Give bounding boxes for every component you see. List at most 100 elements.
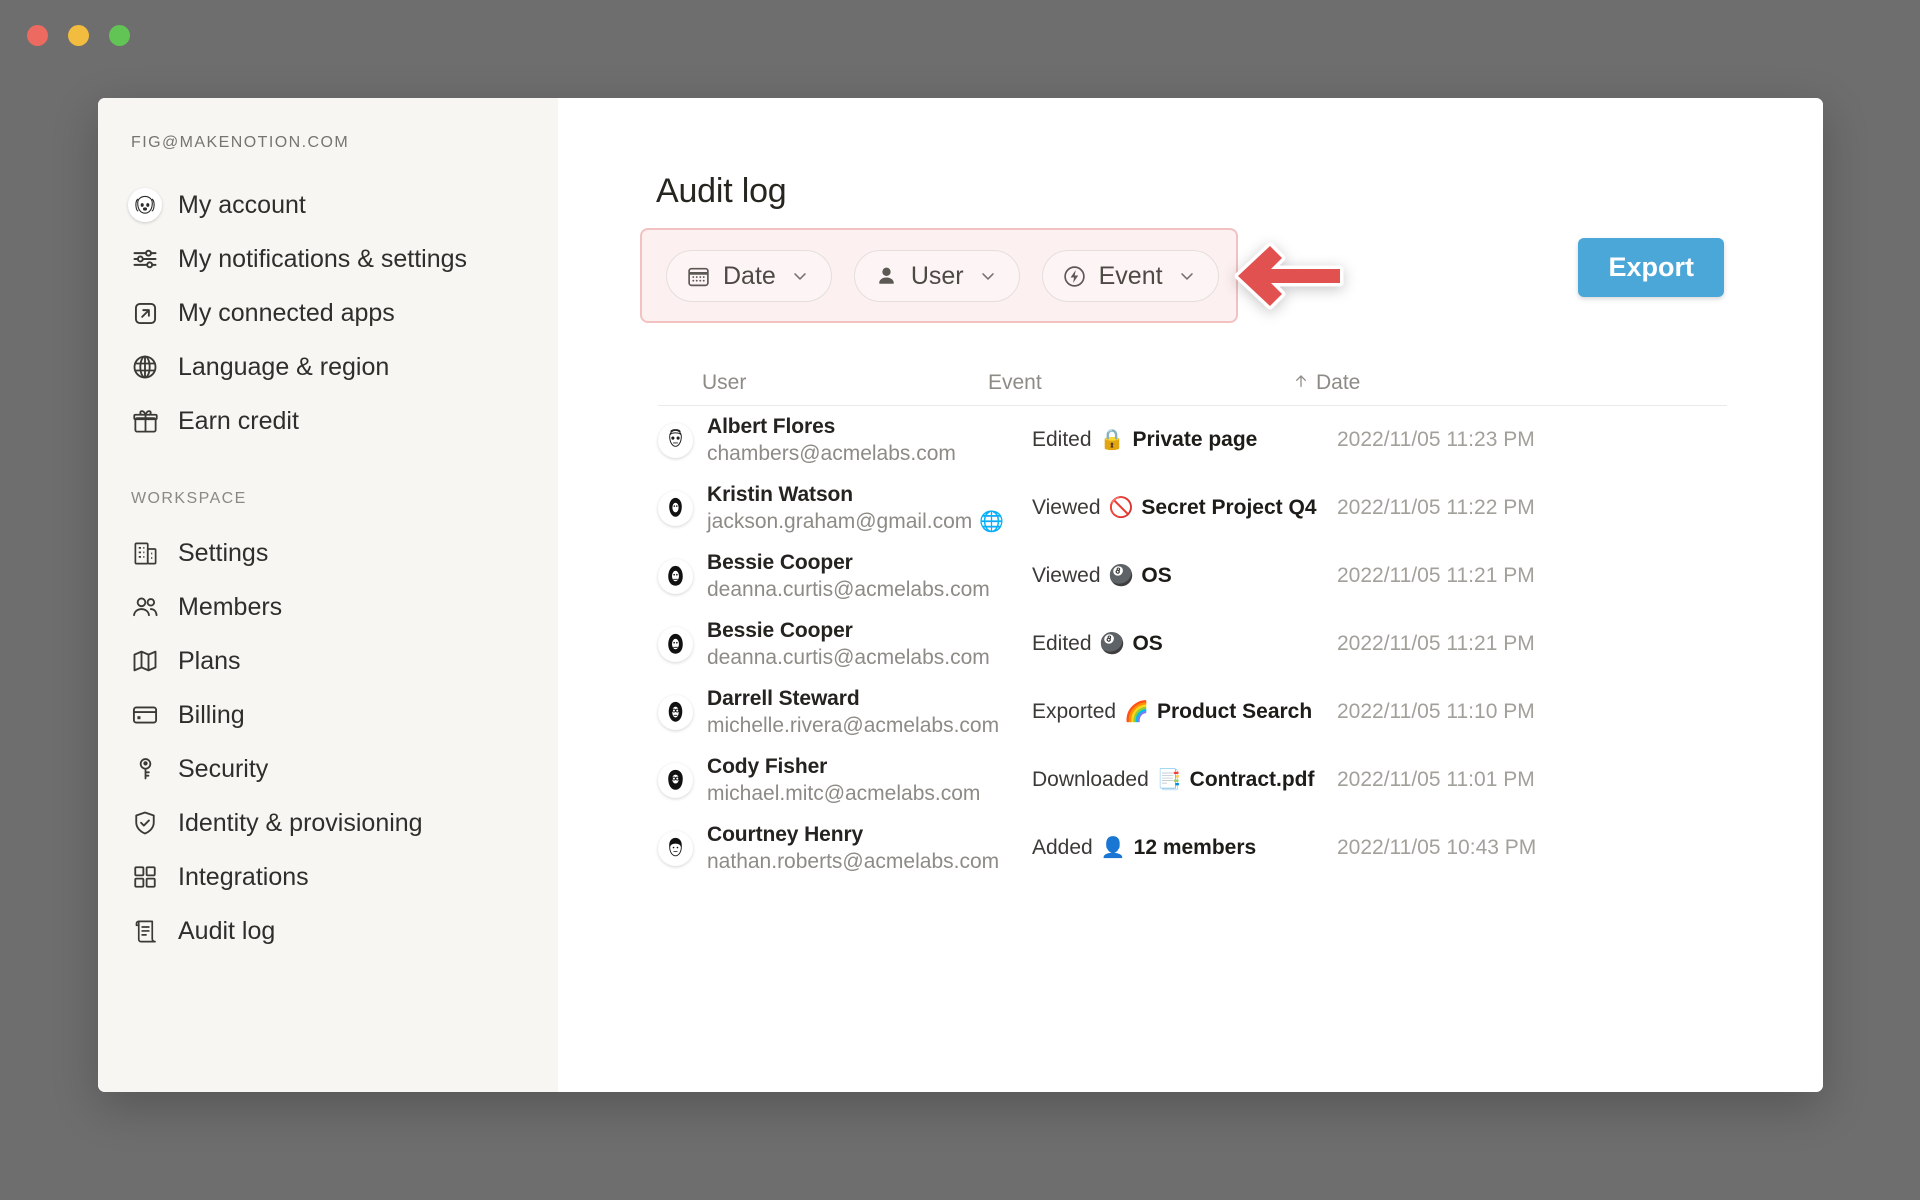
main-content: Audit log Date: [558, 98, 1823, 1092]
user-email: chambers@acmelabs.com: [707, 442, 956, 466]
sidebar-account-header: FIG@MAKENOTION.COM: [98, 134, 558, 152]
sidebar-item-plans[interactable]: Plans: [98, 634, 558, 688]
table-header-row: User Event Date: [658, 360, 1727, 406]
event-emoji-icon: 🎱: [1109, 566, 1134, 586]
person-icon: [874, 264, 899, 289]
user-name: Darrell Steward: [707, 687, 999, 711]
sidebar-item-my-connected-apps[interactable]: My connected apps: [98, 286, 558, 340]
column-header-date-label: Date: [1316, 371, 1360, 395]
left-arrow-annotation-icon: [1230, 234, 1350, 318]
sidebar-item-earn-credit[interactable]: Earn credit: [98, 394, 558, 448]
page-title: Audit log: [656, 172, 787, 211]
avatar: [658, 423, 693, 458]
filter-chip-label: Event: [1099, 262, 1163, 291]
close-window-button[interactable]: [27, 25, 48, 46]
sidebar-item-integrations[interactable]: Integrations: [98, 850, 558, 904]
sidebar-item-settings[interactable]: Settings: [98, 526, 558, 580]
dog-avatar-icon: [128, 188, 162, 222]
column-header-date[interactable]: Date: [1293, 371, 1727, 395]
avatar: [658, 491, 693, 526]
sidebar-item-label: Audit log: [178, 919, 275, 944]
sidebar-item-label: Language & region: [178, 355, 389, 380]
user-email: jackson.graham@gmail.com 🌐: [707, 510, 1004, 534]
table-row[interactable]: Kristin Watson jackson.graham@gmail.com …: [658, 474, 1727, 542]
chevron-down-icon: [978, 266, 998, 286]
event-target: Secret Project Q4: [1141, 496, 1316, 520]
table-row[interactable]: Darrell Steward michelle.rivera@acmelabs…: [658, 678, 1727, 746]
user-cell: Kristin Watson jackson.graham@gmail.com …: [658, 483, 1032, 534]
user-name: Albert Flores: [707, 415, 956, 439]
sidebar-item-audit-log[interactable]: Audit log: [98, 904, 558, 958]
event-verb: Exported: [1032, 700, 1116, 724]
event-date: 2022/11/05 11:10 PM: [1337, 700, 1727, 724]
event-cell: Edited 🔒 Private page: [1032, 428, 1337, 452]
scroll-document-icon: [128, 914, 162, 948]
sidebar-item-label: Plans: [178, 649, 241, 674]
event-target: Contract.pdf: [1190, 768, 1315, 792]
event-verb: Added: [1032, 836, 1093, 860]
filter-chip-user[interactable]: User: [854, 250, 1020, 302]
user-name: Bessie Cooper: [707, 551, 990, 575]
table-row[interactable]: Bessie Cooper deanna.curtis@acmelabs.com…: [658, 610, 1727, 678]
sidebar-item-label: Identity & provisioning: [178, 811, 423, 836]
sidebar-item-label: My account: [178, 193, 306, 218]
avatar: [658, 695, 693, 730]
sidebar-item-security[interactable]: Security: [98, 742, 558, 796]
event-cell: Added 👤 12 members: [1032, 836, 1337, 860]
export-button[interactable]: Export: [1578, 238, 1724, 297]
zoom-window-button[interactable]: [109, 25, 130, 46]
sidebar-item-label: Security: [178, 757, 268, 782]
event-date: 2022/11/05 11:22 PM: [1337, 496, 1727, 520]
sidebar-item-label: My notifications & settings: [178, 247, 467, 272]
sidebar-item-identity-provisioning[interactable]: Identity & provisioning: [98, 796, 558, 850]
sidebar-item-members[interactable]: Members: [98, 580, 558, 634]
map-icon: [128, 644, 162, 678]
user-name: Bessie Cooper: [707, 619, 990, 643]
event-cell: Downloaded 📑 Contract.pdf: [1032, 768, 1337, 792]
event-emoji-icon: 🚫: [1109, 498, 1134, 518]
user-email: michelle.rivera@acmelabs.com: [707, 714, 999, 738]
shield-check-icon: [128, 806, 162, 840]
event-verb: Edited: [1032, 428, 1092, 452]
column-header-event[interactable]: Event: [988, 371, 1293, 395]
event-date: 2022/11/05 11:23 PM: [1337, 428, 1727, 452]
filter-chip-date[interactable]: Date: [666, 250, 832, 302]
sidebar-item-label: Integrations: [178, 865, 309, 890]
event-date: 2022/11/05 11:01 PM: [1337, 768, 1727, 792]
avatar: [658, 831, 693, 866]
chevron-down-icon: [790, 266, 810, 286]
user-cell: Courtney Henry nathan.roberts@acmelabs.c…: [658, 823, 1032, 874]
user-name: Courtney Henry: [707, 823, 999, 847]
event-target: OS: [1132, 632, 1162, 656]
user-cell: Darrell Steward michelle.rivera@acmelabs…: [658, 687, 1032, 738]
user-email: michael.mitc@acmelabs.com: [707, 782, 980, 806]
event-verb: Downloaded: [1032, 768, 1149, 792]
globe-icon: [128, 350, 162, 384]
table-row[interactable]: Bessie Cooper deanna.curtis@acmelabs.com…: [658, 542, 1727, 610]
sidebar-item-label: Settings: [178, 541, 268, 566]
sidebar-item-language-region[interactable]: Language & region: [98, 340, 558, 394]
event-date: 2022/11/05 11:21 PM: [1337, 632, 1727, 656]
column-header-user[interactable]: User: [658, 371, 988, 395]
table-row[interactable]: Cody Fisher michael.mitc@acmelabs.com Do…: [658, 746, 1727, 814]
event-date: 2022/11/05 11:21 PM: [1337, 564, 1727, 588]
desktop-background: FIG@MAKENOTION.COM My accoun: [0, 0, 1920, 1200]
filter-chip-label: User: [911, 262, 964, 291]
event-emoji-icon: 🔒: [1100, 430, 1125, 450]
filter-chip-event[interactable]: Event: [1042, 250, 1219, 302]
sidebar-item-billing[interactable]: Billing: [98, 688, 558, 742]
user-cell: Cody Fisher michael.mitc@acmelabs.com: [658, 755, 1032, 806]
filter-bar: Date User: [666, 250, 1219, 302]
user-email: deanna.curtis@acmelabs.com: [707, 646, 990, 670]
sidebar-item-my-notifications-settings[interactable]: My notifications & settings: [98, 232, 558, 286]
table-row[interactable]: Courtney Henry nathan.roberts@acmelabs.c…: [658, 814, 1727, 882]
user-cell: Bessie Cooper deanna.curtis@acmelabs.com: [658, 551, 1032, 602]
sidebar-item-my-account[interactable]: My account: [98, 178, 558, 232]
table-row[interactable]: Albert Flores chambers@acmelabs.com Edit…: [658, 406, 1727, 474]
event-emoji-icon: 📑: [1157, 770, 1182, 790]
sidebar-item-label: My connected apps: [178, 301, 395, 326]
traffic-lights: [27, 25, 130, 46]
event-cell: Viewed 🚫 Secret Project Q4: [1032, 496, 1337, 520]
minimize-window-button[interactable]: [68, 25, 89, 46]
filter-chip-label: Date: [723, 262, 776, 291]
